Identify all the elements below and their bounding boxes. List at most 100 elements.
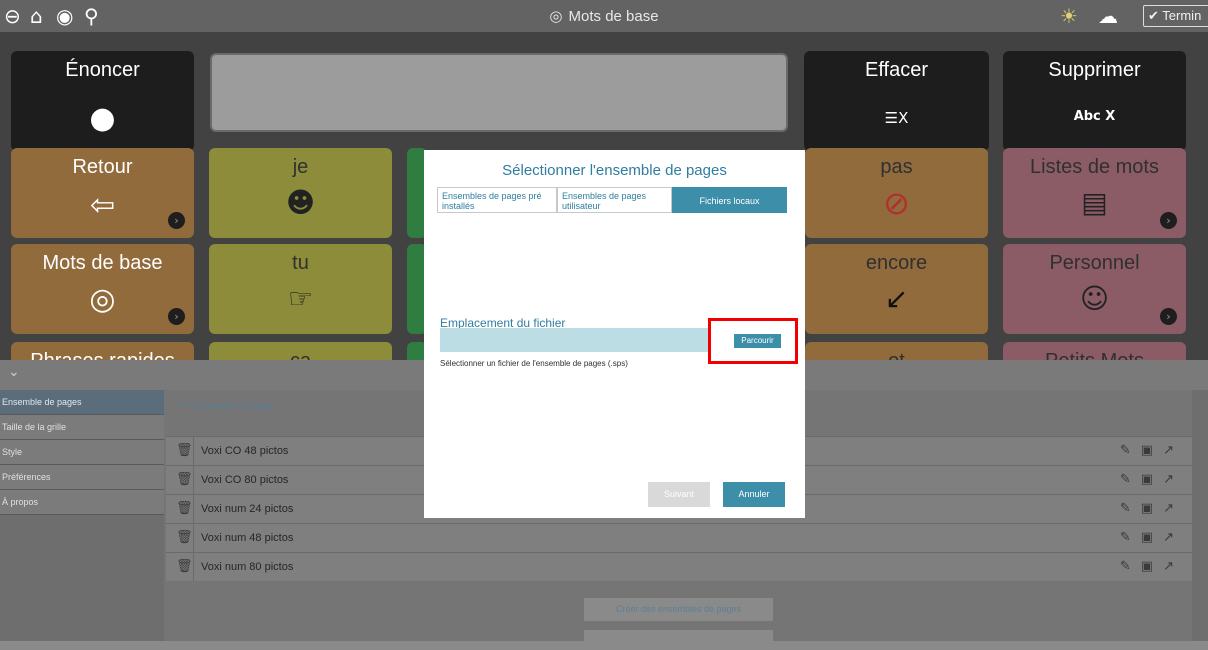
message-window[interactable] xyxy=(210,53,788,132)
delete-word-icon: Abc X xyxy=(1073,109,1116,124)
collapse-chevron-icon[interactable]: ⌄ xyxy=(8,364,20,380)
dialog-tabs: Ensembles de pages pré installés Ensembl… xyxy=(437,187,787,213)
delete-label: Supprimer xyxy=(1048,59,1141,81)
save-icon[interactable]: ▣ xyxy=(1141,443,1163,458)
trash-icon[interactable]: 🗑 xyxy=(176,443,193,458)
file-hint-text: Sélectionner un fichier de l'ensemble de… xyxy=(440,359,628,368)
row-divider xyxy=(193,437,194,465)
sidebar-item-taille-de-la-grille[interactable]: Taille de la grille xyxy=(0,415,164,440)
create-page-set-button[interactable]: Créer des ensembles de pages xyxy=(584,598,773,621)
cell-label: je xyxy=(292,156,309,178)
sidebar-item-style[interactable]: Style xyxy=(0,440,164,465)
row-actions: ✎▣↗ xyxy=(1120,443,1184,458)
tab-local-files[interactable]: Fichiers locaux xyxy=(672,187,787,213)
edit-icon[interactable]: ✎ xyxy=(1120,501,1141,516)
cell-je[interactable]: je ☻ xyxy=(209,148,392,238)
dialog-title: Sélectionner l'ensemble de pages xyxy=(502,162,727,179)
top-bar: ⊖ ⌂ ◉ ⚲ ◎ Mots de base ☀ ☁ ✔ Termin xyxy=(0,0,1208,32)
cell-label: Phrases rapides xyxy=(11,350,194,360)
navigate-icon: › xyxy=(1160,212,1177,229)
cell-listes-de-mots[interactable]: Listes de mots ▤ › xyxy=(1003,148,1186,238)
breadcrumb[interactable]: ← Ensemble de pages xyxy=(178,398,274,413)
export-icon[interactable]: ↗ xyxy=(1163,559,1184,574)
save-icon[interactable]: ▣ xyxy=(1141,530,1163,545)
cell-label: Personnel xyxy=(1049,252,1140,274)
clear-label: Effacer xyxy=(865,59,928,81)
trash-icon[interactable]: 🗑 xyxy=(176,530,193,545)
clear-button[interactable]: Effacer ☰X xyxy=(804,51,989,151)
save-icon[interactable]: ▣ xyxy=(1141,472,1163,487)
cell-ca[interactable]: ça xyxy=(209,342,392,360)
save-icon[interactable]: ▣ xyxy=(1141,501,1163,516)
export-icon[interactable]: ↗ xyxy=(1163,501,1184,516)
list-item[interactable]: 🗑 Voxi num 48 pictos ✎▣↗ xyxy=(166,523,1192,552)
finish-button[interactable]: ✔ Termin xyxy=(1143,5,1208,27)
page-set-name: Voxi num 48 pictos xyxy=(201,532,294,544)
row-actions: ✎▣↗ xyxy=(1120,530,1184,545)
export-icon[interactable]: ↗ xyxy=(1163,443,1184,458)
row-actions: ✎▣↗ xyxy=(1120,559,1184,574)
file-location-input[interactable] xyxy=(440,328,708,352)
row-divider xyxy=(193,524,194,552)
speech-bubble-icon: ● xyxy=(89,101,116,136)
cell-tu[interactable]: tu ☞ xyxy=(209,244,392,334)
page-set-name: Voxi CO 80 pictos xyxy=(201,474,289,486)
page-set-name: Voxi CO 48 pictos xyxy=(201,445,289,457)
secondary-button[interactable] xyxy=(584,630,773,650)
navigate-icon: › xyxy=(168,308,185,325)
edit-icon[interactable]: ✎ xyxy=(1120,530,1141,545)
row-divider xyxy=(193,553,194,581)
lightbulb-icon[interactable]: ☀ xyxy=(1060,4,1078,28)
cell-phrases-rapides[interactable]: Phrases rapides xyxy=(11,342,194,360)
speak-label: Énoncer xyxy=(65,59,140,81)
cell-label: et xyxy=(805,350,988,360)
settings-sidebar: Ensemble de pages Taille de la grille St… xyxy=(0,390,164,641)
trash-icon[interactable]: 🗑 xyxy=(176,559,193,574)
sidebar-item-a-propos[interactable]: À propos xyxy=(0,490,164,515)
highlight-box xyxy=(708,318,798,364)
next-button[interactable]: Suivant xyxy=(648,482,710,507)
cancel-button[interactable]: Annuler xyxy=(723,482,785,507)
cell-retour[interactable]: Retour ⇦ › xyxy=(11,148,194,238)
speak-button[interactable]: Énoncer ● xyxy=(11,51,194,151)
navigate-icon: › xyxy=(1160,308,1177,325)
scrollbar[interactable] xyxy=(1192,390,1208,641)
edit-icon[interactable]: ✎ xyxy=(1120,443,1141,458)
cloud-sync-icon[interactable]: ☁ xyxy=(1098,4,1118,28)
navigate-icon: › xyxy=(168,212,185,229)
row-actions: ✎▣↗ xyxy=(1120,472,1184,487)
cell-label: pas xyxy=(880,156,913,178)
cell-label: encore xyxy=(865,252,928,274)
person-icon: ☺ xyxy=(1079,282,1110,315)
save-icon[interactable]: ▣ xyxy=(1141,559,1163,574)
edit-icon[interactable]: ✎ xyxy=(1120,559,1141,574)
cell-pas[interactable]: pas ⊘ xyxy=(805,148,988,238)
cell-label: Mots de base xyxy=(42,252,163,274)
trash-icon[interactable]: 🗑 xyxy=(176,472,193,487)
cell-petits-mots[interactable]: Petits Mots xyxy=(1003,342,1186,360)
cell-encore[interactable]: encore ↙ xyxy=(805,244,988,334)
export-icon[interactable]: ↗ xyxy=(1163,530,1184,545)
list-item[interactable]: 🗑 Voxi num 80 pictos ✎▣↗ xyxy=(166,552,1192,581)
row-divider xyxy=(193,495,194,523)
back-arrow-icon: ⇦ xyxy=(89,188,116,223)
notepad-icon: ▤ xyxy=(1081,186,1108,219)
page-title: ◎ Mots de base xyxy=(549,7,659,25)
target-icon: ◎ xyxy=(549,7,563,25)
export-icon[interactable]: ↗ xyxy=(1163,472,1184,487)
tab-preinstalled[interactable]: Ensembles de pages pré installés xyxy=(437,187,557,213)
cell-et[interactable]: et xyxy=(805,342,988,360)
sidebar-item-ensemble-de-pages[interactable]: Ensemble de pages xyxy=(0,390,164,415)
cell-label: Listes de mots xyxy=(1030,156,1159,178)
pointing-hand-icon: ☞ xyxy=(287,282,314,315)
tab-user[interactable]: Ensembles de pages utilisateur xyxy=(557,187,672,213)
sidebar-item-preferences[interactable]: Préférences xyxy=(0,465,164,490)
target-icon: ◎ xyxy=(89,282,116,317)
cell-mots-de-base[interactable]: Mots de base ◎ › xyxy=(11,244,194,334)
cell-personnel[interactable]: Personnel ☺ › xyxy=(1003,244,1186,334)
trash-icon[interactable]: 🗑 xyxy=(176,501,193,516)
back-arrow-icon: ← xyxy=(178,398,189,413)
delete-button[interactable]: Supprimer Abc X xyxy=(1003,51,1186,151)
check-icon: ✔ xyxy=(1148,9,1159,24)
edit-icon[interactable]: ✎ xyxy=(1120,472,1141,487)
